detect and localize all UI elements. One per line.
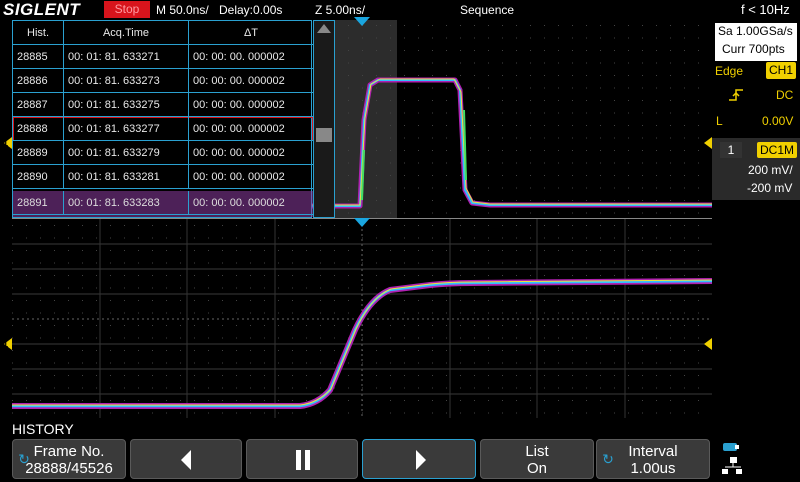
list-value: On [526,460,547,477]
rotary-knob-icon: ↻ [602,451,614,467]
delta-cell: 00: 00: 00. 000002 [189,45,313,69]
main-channel-marker-label: 1 [3,339,9,349]
zoom-channel-marker-label: 1 [3,138,9,148]
table-scrollbar[interactable] [313,20,335,218]
delta-cell: 00: 00: 00. 000002 [189,141,313,165]
previous-icon [181,450,191,470]
frame-cell: 28887 [13,93,64,117]
frame-cell: 28890 [13,165,64,189]
delta-cell: 00: 00: 00. 000002 [189,93,313,117]
frame-cell: 28886 [13,69,64,93]
previous-frame-softkey[interactable] [130,439,242,479]
pause-softkey[interactable] [246,439,358,479]
history-list-table[interactable]: Hist. Acq.Time ΔT 28885 00: 01: 81. 6332… [12,20,313,218]
play-softkey[interactable] [362,439,476,479]
menu-title: HISTORY [12,421,74,437]
acq-time-cell: 00: 01: 81. 633273 [64,69,189,93]
acq-time-cell: 00: 01: 81. 633277 [64,117,189,141]
table-row[interactable]: 28885 00: 01: 81. 633271 00: 00: 00. 000… [13,45,313,69]
table-row[interactable]: 28891 00: 01: 81. 633283 00: 00: 00. 000… [13,191,313,217]
list-label: List [525,443,549,460]
usb-network-icon [720,441,746,482]
zoom-trigger-position-marker [354,17,370,26]
delta-cell: 00: 00: 00. 000002 [189,165,313,189]
acq-time-cell: 00: 01: 81. 633275 [64,93,189,117]
frame-cell: 28885 [13,45,64,69]
table-row[interactable]: 28890 00: 01: 81. 633281 00: 00: 00. 000… [13,165,313,189]
table-header-row: Hist. Acq.Time ΔT [13,21,313,45]
delta-cell: 00: 00: 00. 000002 [189,117,313,141]
frame-cell: 28891 [13,191,64,215]
frame-number-softkey[interactable]: ↻ Frame No. 28888/45526 [12,439,126,479]
column-header-hist: Hist. [13,21,64,45]
interval-softkey[interactable]: ↻ Interval 1.00us [596,439,710,479]
table-row[interactable]: 28886 00: 01: 81. 633273 00: 00: 00. 000… [13,69,313,93]
frame-cell: 28889 [13,141,64,165]
rotary-knob-icon: ↻ [18,451,30,467]
table-row[interactable]: 28889 00: 01: 81. 633279 00: 00: 00. 000… [13,141,313,165]
column-header-acq-time: Acq.Time [64,21,189,45]
delta-cell: 00: 00: 00. 000002 [189,69,313,93]
acq-time-cell: 00: 01: 81. 633279 [64,141,189,165]
scroll-up-icon[interactable] [317,24,331,33]
column-header-delta-t: ΔT [189,21,313,45]
table-row[interactable]: 28887 00: 01: 81. 633275 00: 00: 00. 000… [13,93,313,117]
acq-time-cell: 00: 01: 81. 633271 [64,45,189,69]
acq-time-cell: 00: 01: 81. 633281 [64,165,189,189]
frame-cell: 28888 [13,117,64,141]
pause-icon [296,450,310,470]
delta-cell: 00: 00: 00. 000002 [189,191,313,215]
table-row-selected[interactable]: 28888 00: 01: 81. 633277 00: 00: 00. 000… [13,117,313,141]
scrollbar-thumb[interactable] [316,128,332,142]
list-softkey[interactable]: List On [480,439,594,479]
play-icon [416,450,426,470]
acq-time-cell: 00: 01: 81. 633283 [64,191,189,215]
